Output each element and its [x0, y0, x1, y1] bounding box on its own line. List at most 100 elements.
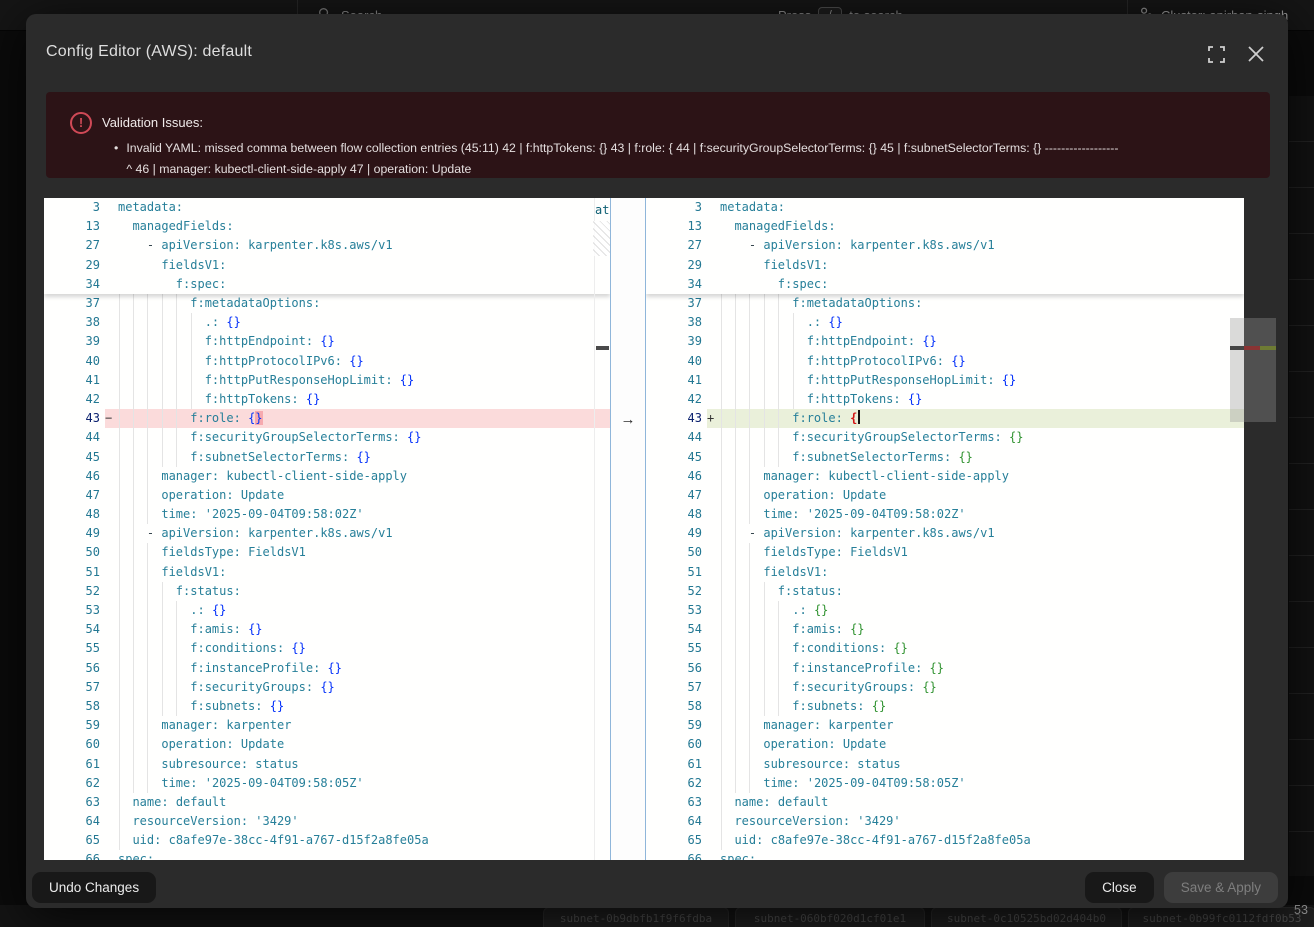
code-line[interactable]: 43− f:role: {}	[44, 409, 610, 428]
code-line[interactable]: 55 f:conditions: {}	[646, 639, 1244, 658]
save-apply-button[interactable]: Save & Apply	[1164, 872, 1278, 903]
indent-guide	[749, 294, 750, 313]
code-line[interactable]: 42 f:httpTokens: {}	[44, 390, 610, 409]
code-line[interactable]: 38 .: {}	[44, 313, 610, 332]
validation-line-2: ^ 46 | manager: kubectl-client-side-appl…	[126, 159, 1118, 180]
line-number: 42	[44, 390, 105, 409]
code-line[interactable]: 65 uid: c8afe97e-38cc-4f91-a767-d15f2a8f…	[646, 831, 1244, 850]
code-line[interactable]: 50 fieldsType: FieldsV1	[44, 543, 610, 562]
code-line[interactable]: 57 f:securityGroups: {}	[44, 678, 610, 697]
code-line[interactable]: 64 resourceVersion: '3429'	[44, 812, 610, 831]
diff-sash[interactable]	[610, 198, 646, 860]
code-line[interactable]: 52 f:status:	[646, 582, 1244, 601]
code-line[interactable]: 43+ f:role: {	[646, 409, 1244, 428]
code-line[interactable]: 48 time: '2025-09-04T09:58:02Z'	[646, 505, 1244, 524]
code-line[interactable]: 49 - apiVersion: karpenter.k8s.aws/v1	[646, 524, 1244, 543]
code-line[interactable]: 59 manager: karpenter	[44, 716, 610, 735]
sticky-line[interactable]: 3metadata:	[44, 198, 610, 217]
code-line[interactable]: 63 name: default	[44, 793, 610, 812]
code-text: spec:	[118, 850, 610, 860]
code-line[interactable]: 45 f:subnetSelectorTerms: {}	[44, 448, 610, 467]
code-line[interactable]: 41 f:httpPutResponseHopLimit: {}	[44, 371, 610, 390]
code-line[interactable]: 52 f:status:	[44, 582, 610, 601]
code-line[interactable]: 42 f:httpTokens: {}	[646, 390, 1244, 409]
line-number: 45	[44, 448, 105, 467]
code-line[interactable]: 61 subresource: status	[44, 755, 610, 774]
code-line[interactable]: 66spec:	[44, 850, 610, 860]
code-line[interactable]: 40 f:httpProtocolIPv6: {}	[646, 352, 1244, 371]
sticky-line[interactable]: 34 f:spec:	[646, 275, 1244, 294]
code-line[interactable]: 51 fieldsV1:	[646, 563, 1244, 582]
indent-guide	[735, 486, 736, 505]
code-line[interactable]: 38 .: {}	[646, 313, 1244, 332]
code-line[interactable]: 37 f:metadataOptions:	[44, 294, 610, 313]
sticky-line[interactable]: 27 - apiVersion: karpenter.k8s.aws/v1	[44, 236, 610, 255]
original-editor-pane[interactable]: 3metadata:13 managedFields:27 - apiVersi…	[44, 198, 610, 860]
close-icon[interactable]	[1246, 44, 1266, 64]
code-line[interactable]: 58 f:subnets: {}	[44, 697, 610, 716]
code-line[interactable]: 62 time: '2025-09-04T09:58:05Z'	[44, 774, 610, 793]
code-line[interactable]: 63 name: default	[646, 793, 1244, 812]
code-line[interactable]: 56 f:instanceProfile: {}	[44, 659, 610, 678]
revert-change-arrow[interactable]: →	[614, 410, 642, 429]
code-line[interactable]: 60 operation: Update	[44, 735, 610, 754]
scrollbar-slider[interactable]	[1230, 318, 1276, 422]
code-text: fieldsV1:	[118, 256, 610, 275]
undo-changes-button[interactable]: Undo Changes	[32, 872, 156, 903]
modified-editor-pane[interactable]: 3metadata:13 managedFields:27 - apiVersi…	[646, 198, 1244, 860]
indent-guide	[764, 390, 765, 409]
fullscreen-button[interactable]	[1206, 44, 1226, 64]
code-line[interactable]: 44 f:securityGroupSelectorTerms: {}	[646, 428, 1244, 447]
indent-guide	[162, 332, 163, 351]
code-body-modified[interactable]: 37 f:metadataOptions:38 .: {}39 f:httpEn…	[646, 294, 1244, 860]
sticky-line[interactable]: 34 f:spec:	[44, 275, 610, 294]
code-line[interactable]: 62 time: '2025-09-04T09:58:05Z'	[646, 774, 1244, 793]
sticky-line[interactable]: 27 - apiVersion: karpenter.k8s.aws/v1	[646, 236, 1244, 255]
code-line[interactable]: 39 f:httpEndpoint: {}	[646, 332, 1244, 351]
code-line[interactable]: 50 fieldsType: FieldsV1	[646, 543, 1244, 562]
code-line[interactable]: 53 .: {}	[44, 601, 610, 620]
diff-sign	[707, 716, 720, 735]
code-line[interactable]: 54 f:amis: {}	[44, 620, 610, 639]
code-line[interactable]: 47 operation: Update	[44, 486, 610, 505]
sticky-line[interactable]: 13 managedFields:	[646, 217, 1244, 236]
code-line[interactable]: 47 operation: Update	[646, 486, 1244, 505]
code-line[interactable]: 55 f:conditions: {}	[44, 639, 610, 658]
code-line[interactable]: 57 f:securityGroups: {}	[646, 678, 1244, 697]
code-line[interactable]: 45 f:subnetSelectorTerms: {}	[646, 448, 1244, 467]
code-line[interactable]: 64 resourceVersion: '3429'	[646, 812, 1244, 831]
divider-text-artifact: at	[595, 201, 610, 219]
code-line[interactable]: 48 time: '2025-09-04T09:58:02Z'	[44, 505, 610, 524]
diff-sign	[105, 659, 118, 678]
code-body-original[interactable]: 37 f:metadataOptions:38 .: {}39 f:httpEn…	[44, 294, 610, 860]
sticky-line[interactable]: 29 fieldsV1:	[44, 256, 610, 275]
code-line[interactable]: 56 f:instanceProfile: {}	[646, 659, 1244, 678]
code-line[interactable]: 39 f:httpEndpoint: {}	[44, 332, 610, 351]
code-line[interactable]: 41 f:httpPutResponseHopLimit: {}	[646, 371, 1244, 390]
sticky-line[interactable]: 29 fieldsV1:	[646, 256, 1244, 275]
code-line[interactable]: 66spec:	[646, 850, 1244, 860]
line-number: 56	[646, 659, 707, 678]
code-line[interactable]: 58 f:subnets: {}	[646, 697, 1244, 716]
code-line[interactable]: 44 f:securityGroupSelectorTerms: {}	[44, 428, 610, 447]
error-icon: !	[70, 112, 92, 134]
close-button[interactable]: Close	[1085, 872, 1154, 903]
code-line[interactable]: 60 operation: Update	[646, 735, 1244, 754]
indent-guide	[147, 409, 148, 428]
code-line[interactable]: 65 uid: c8afe97e-38cc-4f91-a767-d15f2a8f…	[44, 831, 610, 850]
code-line[interactable]: 59 manager: karpenter	[646, 716, 1244, 735]
code-line[interactable]: 40 f:httpProtocolIPv6: {}	[44, 352, 610, 371]
sticky-line[interactable]: 13 managedFields:	[44, 217, 610, 236]
code-line[interactable]: 37 f:metadataOptions:	[646, 294, 1244, 313]
indent-guide	[764, 313, 765, 332]
code-line[interactable]: 49 - apiVersion: karpenter.k8s.aws/v1	[44, 524, 610, 543]
code-line[interactable]: 53 .: {}	[646, 601, 1244, 620]
code-line[interactable]: 54 f:amis: {}	[646, 620, 1244, 639]
code-line[interactable]: 46 manager: kubectl-client-side-apply	[44, 467, 610, 486]
indent-guide	[778, 620, 779, 639]
code-line[interactable]: 46 manager: kubectl-client-side-apply	[646, 467, 1244, 486]
indent-guide	[735, 659, 736, 678]
code-line[interactable]: 51 fieldsV1:	[44, 563, 610, 582]
code-line[interactable]: 61 subresource: status	[646, 755, 1244, 774]
sticky-line[interactable]: 3metadata:	[646, 198, 1244, 217]
